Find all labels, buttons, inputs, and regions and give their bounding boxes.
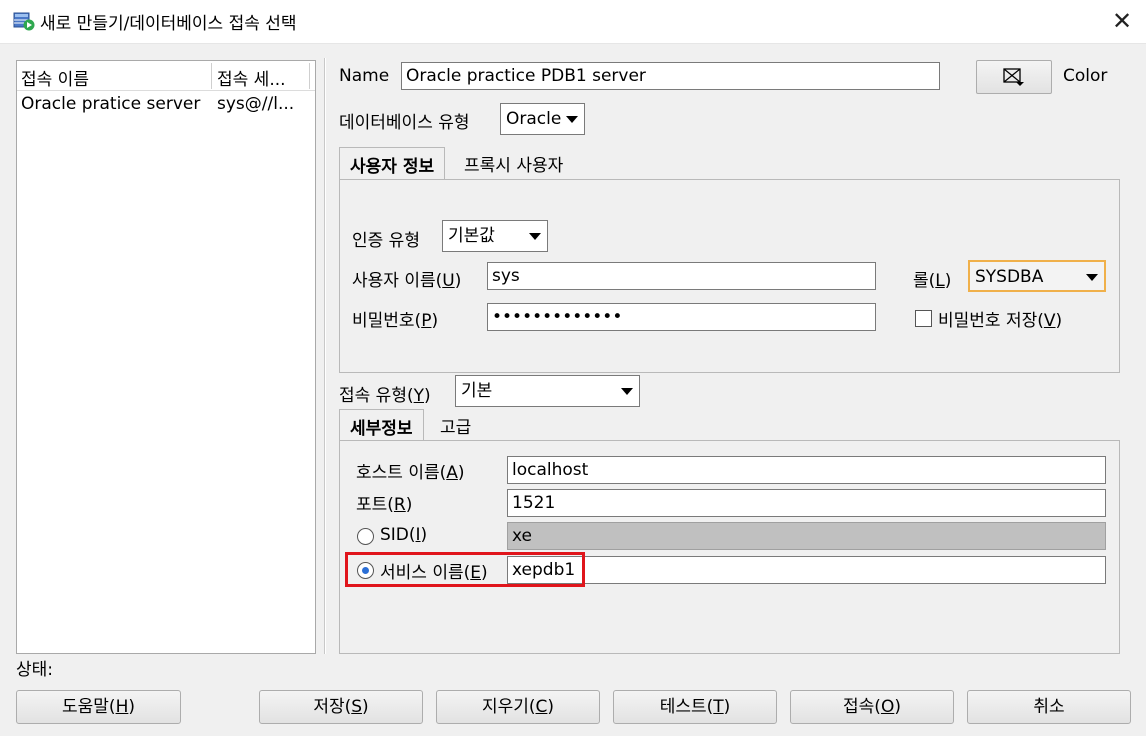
connection-type-select[interactable]: 기본 [455, 375, 640, 407]
column-header-connection-name[interactable]: 접속 이름 [21, 65, 89, 90]
username-label: 사용자 이름(U) [352, 271, 462, 291]
chevron-down-icon [621, 388, 633, 395]
connection-list[interactable]: 접속 이름 접속 세... Oracle pratice server sys@… [16, 60, 316, 654]
color-label: Color [1063, 66, 1108, 86]
close-icon[interactable]: ✕ [1108, 7, 1136, 35]
cancel-button[interactable]: 취소 [967, 690, 1131, 724]
connection-type-label: 접속 유형(Y) [339, 386, 431, 406]
password-input[interactable]: ••••••••••••• [487, 303, 876, 331]
port-input[interactable]: 1521 [507, 489, 1106, 517]
database-type-label: 데이터베이스 유형 [339, 113, 470, 133]
sid-label: SID(I) [380, 525, 428, 545]
list-item-connection: sys@//l... [217, 94, 295, 114]
tab-user-info[interactable]: 사용자 정보 [339, 147, 446, 179]
database-app-icon [13, 12, 35, 31]
test-button[interactable]: 테스트(T) [613, 690, 777, 724]
connection-type-value: 기본 [461, 381, 493, 401]
title-bar: 새로 만들기/데이터베이스 접속 선택 ✕ [0, 0, 1146, 44]
save-button[interactable]: 저장(S) [259, 690, 423, 724]
auth-type-select[interactable]: 기본값 [442, 220, 548, 252]
port-label: 포트(R) [356, 495, 413, 515]
tab-details[interactable]: 세부정보 [339, 409, 424, 441]
color-picker-button[interactable] [976, 60, 1052, 94]
envelope-icon [1003, 68, 1024, 86]
list-item-name: Oracle pratice server [21, 94, 201, 114]
save-password-checkbox[interactable] [915, 310, 932, 327]
sid-input[interactable]: xe [507, 522, 1106, 550]
database-type-value: Oracle [506, 109, 562, 129]
password-label: 비밀번호(P) [352, 311, 439, 331]
chevron-down-icon [529, 233, 541, 240]
splitter[interactable] [324, 58, 326, 654]
list-header: 접속 이름 접속 세... [17, 61, 315, 91]
host-label: 호스트 이름(A) [356, 463, 465, 483]
column-divider[interactable] [309, 63, 310, 89]
save-password-label: 비밀번호 저장(V) [938, 311, 1063, 331]
role-value: SYSDBA [975, 267, 1044, 287]
role-label: 롤(L) [913, 271, 952, 291]
status-label: 상태: [16, 660, 54, 680]
role-select[interactable]: SYSDBA [968, 260, 1106, 292]
auth-type-value: 기본값 [448, 226, 495, 246]
list-item[interactable]: Oracle pratice server sys@//l... [17, 92, 315, 118]
auth-type-label: 인증 유형 [352, 231, 420, 251]
connect-button[interactable]: 접속(O) [790, 690, 954, 724]
clear-button[interactable]: 지우기(C) [436, 690, 600, 724]
chevron-down-icon [566, 116, 578, 123]
name-label: Name [339, 66, 390, 86]
column-divider[interactable] [211, 63, 212, 89]
window-title: 새로 만들기/데이터베이스 접속 선택 [40, 14, 297, 34]
name-input[interactable]: Oracle practice PDB1 server [401, 62, 940, 90]
column-header-connection-detail[interactable]: 접속 세... [217, 65, 286, 90]
help-button[interactable]: 도움말(H) [16, 690, 181, 724]
database-type-select[interactable]: Oracle [500, 103, 585, 135]
username-input[interactable]: sys [487, 262, 876, 290]
tab-advanced[interactable]: 고급 [434, 409, 477, 441]
host-input[interactable]: localhost [507, 456, 1106, 484]
chevron-down-icon [1086, 274, 1098, 281]
highlight-box [345, 552, 585, 587]
sid-radio[interactable] [357, 528, 374, 545]
tab-proxy-user[interactable]: 프록시 사용자 [458, 147, 569, 179]
service-name-input[interactable]: xepdb1 [507, 556, 1106, 584]
